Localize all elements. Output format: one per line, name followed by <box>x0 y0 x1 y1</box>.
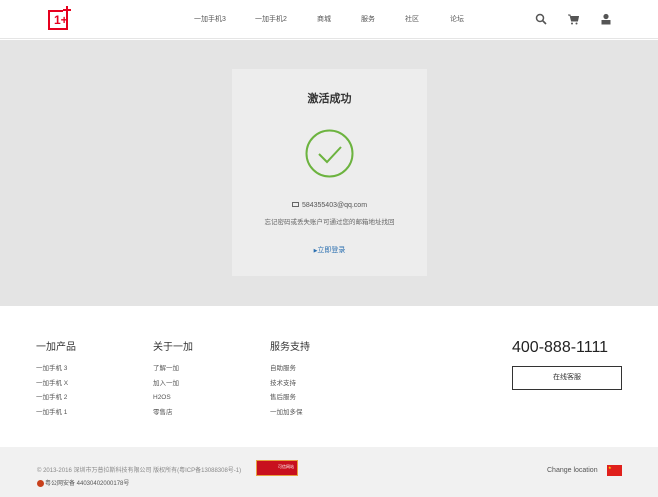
col-title: 服务支持 <box>270 342 310 353</box>
footer-link[interactable]: 一加手机 3 <box>36 362 76 377</box>
check-circle-icon <box>305 129 354 178</box>
nav-oneplus2[interactable]: 一加手机2 <box>255 14 287 24</box>
footer-link[interactable]: 一加加多保 <box>270 406 310 421</box>
footer-link[interactable]: 自助服务 <box>270 362 310 377</box>
col-title: 一加产品 <box>36 342 76 353</box>
user-icon[interactable] <box>600 13 612 25</box>
footer-link[interactable]: 零售店 <box>153 406 193 421</box>
cart-icon[interactable] <box>567 13 579 25</box>
nav-store[interactable]: 商城 <box>317 14 331 24</box>
hotline: 400-888-1111 <box>512 339 609 356</box>
recovery-hint: 忘记密码或丢失账户可通过您的邮箱地址找回 <box>264 219 395 226</box>
nav-oneplus3[interactable]: 一加手机3 <box>194 14 226 24</box>
footer-col-products: 一加产品 一加手机 3 一加手机 X 一加手机 2 一加手机 1 <box>36 338 76 420</box>
china-flag-icon[interactable]: ★ <box>607 465 622 476</box>
badge-text: 可信网站 <box>278 464 294 469</box>
footer-col-about: 关于一加 了解一加 加入一加 H2OS 零售店 <box>153 338 193 420</box>
copyright: © 2013-2016 深圳市万普拉斯科技有限公司 版权所有(粤ICP备1308… <box>37 468 242 474</box>
police-record[interactable]: 粤公网安备 44030402000178号 <box>45 481 129 487</box>
footer-link[interactable]: 了解一加 <box>153 362 193 377</box>
online-service-button[interactable]: 在线客服 <box>512 366 622 390</box>
page-title: 激活成功 <box>307 93 352 105</box>
nav-community[interactable]: 社区 <box>405 14 419 24</box>
activation-card: 激活成功 584355403@qq.com 忘记密码或丢失账户可通过您的邮箱地址… <box>232 69 427 276</box>
search-icon[interactable] <box>535 13 547 25</box>
change-location[interactable]: Change location <box>547 467 598 474</box>
mail-icon <box>291 202 299 207</box>
oneplus-logo[interactable]: 1+ <box>48 6 71 30</box>
footer: 一加产品 一加手机 3 一加手机 X 一加手机 2 一加手机 1 关于一加 了解… <box>0 306 658 447</box>
col-title: 关于一加 <box>153 342 193 353</box>
nav-forum[interactable]: 论坛 <box>450 14 464 24</box>
email-address: 584355403@qq.com <box>301 202 368 209</box>
footer-link[interactable]: 售后服务 <box>270 391 310 406</box>
email-line: 584355403@qq.com <box>232 202 427 209</box>
main-area: 激活成功 584355403@qq.com 忘记密码或丢失账户可通过您的邮箱地址… <box>0 40 658 306</box>
login-link[interactable]: 立即登录 <box>317 247 345 254</box>
footer-link[interactable]: 一加手机 X <box>36 377 76 392</box>
footer-link[interactable]: 加入一加 <box>153 377 193 392</box>
nav-service[interactable]: 服务 <box>361 14 375 24</box>
footer-bottom: © 2013-2016 深圳市万普拉斯科技有限公司 版权所有(粤ICP备1308… <box>0 447 658 497</box>
footer-link[interactable]: H2OS <box>153 391 193 406</box>
footer-link[interactable]: 一加手机 1 <box>36 406 76 421</box>
footer-link[interactable]: 技术支持 <box>270 377 310 392</box>
footer-col-support: 服务支持 自助服务 技术支持 售后服务 一加加多保 <box>270 338 310 420</box>
trusted-site-badge[interactable]: 可信网站 <box>256 460 298 476</box>
footer-link[interactable]: 一加手机 2 <box>36 391 76 406</box>
header: 1+ 一加手机3 一加手机2 商城 服务 社区 论坛 <box>0 0 658 39</box>
police-badge-icon <box>37 479 44 487</box>
